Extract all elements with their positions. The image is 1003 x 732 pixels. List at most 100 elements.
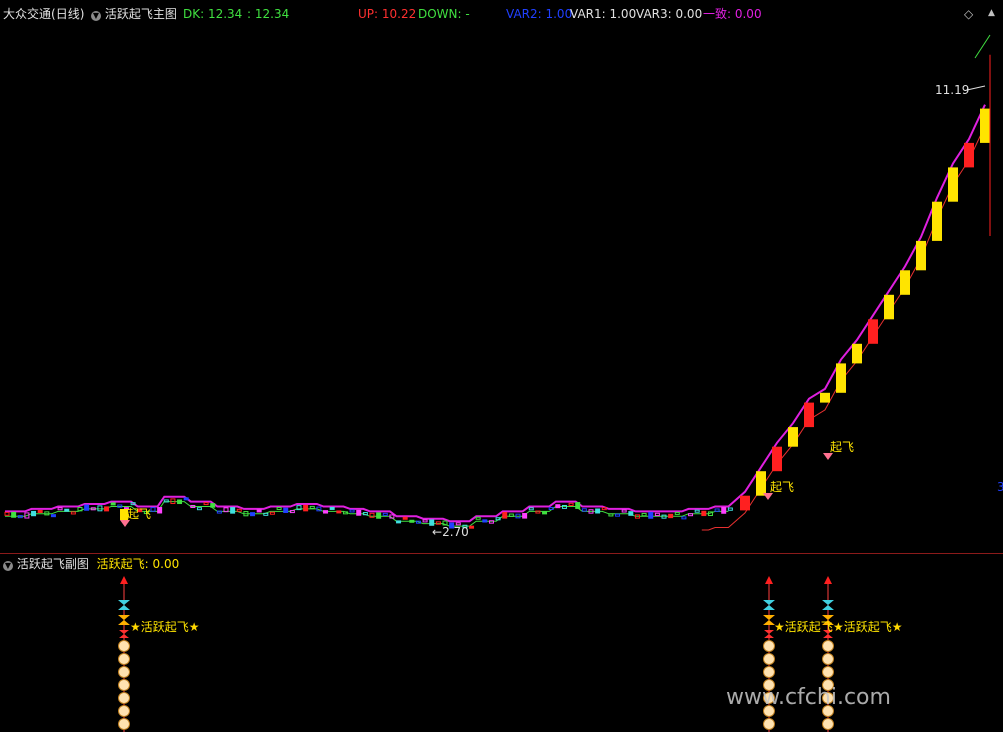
candle [727, 507, 733, 511]
candle [522, 513, 528, 519]
candle [836, 363, 846, 393]
candle [11, 511, 17, 518]
candle [37, 510, 43, 514]
candle [263, 512, 269, 516]
candle [595, 508, 601, 514]
candle [196, 507, 202, 511]
candle [868, 319, 878, 344]
candle [482, 519, 488, 523]
signal-label: 起飞 [127, 507, 151, 521]
candle [568, 502, 574, 507]
candle [528, 507, 534, 511]
signal-label-3: 活跃起飞 [843, 620, 892, 634]
candle [621, 509, 627, 513]
signal-label: 起飞 [770, 480, 794, 494]
candle [230, 507, 236, 514]
butterfly-icon [118, 615, 130, 625]
candle [4, 511, 10, 516]
coin-icon [118, 692, 130, 704]
candle [654, 512, 660, 517]
butterfly-icon [118, 600, 130, 610]
candle [309, 505, 315, 509]
candle [980, 108, 990, 143]
candle [177, 499, 183, 505]
candle [329, 506, 335, 510]
sub-indicator-name[interactable]: 活跃起飞副图 [17, 557, 89, 571]
candle [756, 471, 766, 496]
coin-icon [118, 679, 130, 691]
right-edge-label: 3 [997, 480, 1003, 494]
candle [396, 520, 402, 524]
coin-icon [118, 705, 130, 717]
butterfly-icon [764, 630, 774, 638]
coin-icon [822, 640, 834, 652]
coin-icon [822, 718, 834, 730]
signal-diamond-icon [823, 453, 833, 460]
candle [852, 343, 862, 364]
coin-icon [763, 666, 775, 678]
candle [97, 505, 103, 512]
low-price-value: 2.70 [442, 525, 469, 539]
coin-icon [118, 653, 130, 665]
candle [323, 510, 329, 514]
candle [276, 506, 282, 510]
candle [714, 508, 720, 512]
signal-star-left-1: ★ [130, 620, 141, 634]
candle [688, 513, 694, 517]
candle [721, 507, 727, 514]
sub-indicator-value: 活跃起飞: 0.00 [96, 557, 180, 571]
sub-settings-icon[interactable]: ▼ [3, 561, 13, 571]
coin-icon [822, 653, 834, 665]
candle [475, 516, 481, 520]
candle [508, 513, 514, 517]
candle [50, 514, 56, 518]
candle [104, 506, 110, 512]
candle [422, 519, 428, 523]
candle [356, 509, 362, 516]
candle [84, 504, 90, 511]
candle [150, 507, 156, 512]
butterfly-icon [763, 600, 775, 610]
coin-icon [763, 718, 775, 730]
coin-icon [118, 718, 130, 730]
signal-diamond-icon [120, 520, 130, 527]
sub-panel-header[interactable]: ▼ 活跃起飞副图 活跃起飞: 0.00 [3, 556, 179, 572]
signal-star-right-1: ★ [188, 620, 200, 634]
candle [210, 503, 216, 508]
signal-label: 起飞 [830, 440, 854, 454]
candle [283, 507, 289, 513]
candle [740, 495, 750, 511]
candle [250, 512, 256, 517]
candle [256, 509, 262, 513]
butterfly-icon [822, 600, 834, 610]
coin-icon [822, 666, 834, 678]
candle [804, 402, 814, 428]
panel-divider[interactable] [0, 553, 1003, 554]
coin-icon [763, 653, 775, 665]
up-arrow-icon [765, 576, 773, 584]
candle [615, 513, 621, 517]
candle [608, 513, 614, 517]
candle [555, 504, 561, 509]
candle [216, 510, 222, 514]
candle [674, 511, 680, 515]
candle [581, 508, 587, 512]
candle [701, 510, 707, 517]
ma-line-pink [5, 104, 986, 523]
candle [884, 294, 894, 320]
high-price-arrow [966, 85, 986, 91]
signal-text-2: ★活跃起飞 [774, 618, 833, 635]
signal-star-left-3: ★ [833, 620, 844, 634]
ma-line-green-tail [974, 34, 991, 59]
signal-star-left-2: ★ [774, 620, 785, 634]
candle [681, 516, 687, 520]
candles [4, 54, 991, 529]
candle [641, 512, 647, 517]
candle [964, 142, 974, 168]
low-price-label: ←2.70 [432, 525, 469, 539]
coin-icon [118, 666, 130, 678]
up-arrow-icon [120, 576, 128, 584]
candle [694, 509, 700, 513]
candle [269, 511, 275, 515]
candle [163, 499, 169, 503]
